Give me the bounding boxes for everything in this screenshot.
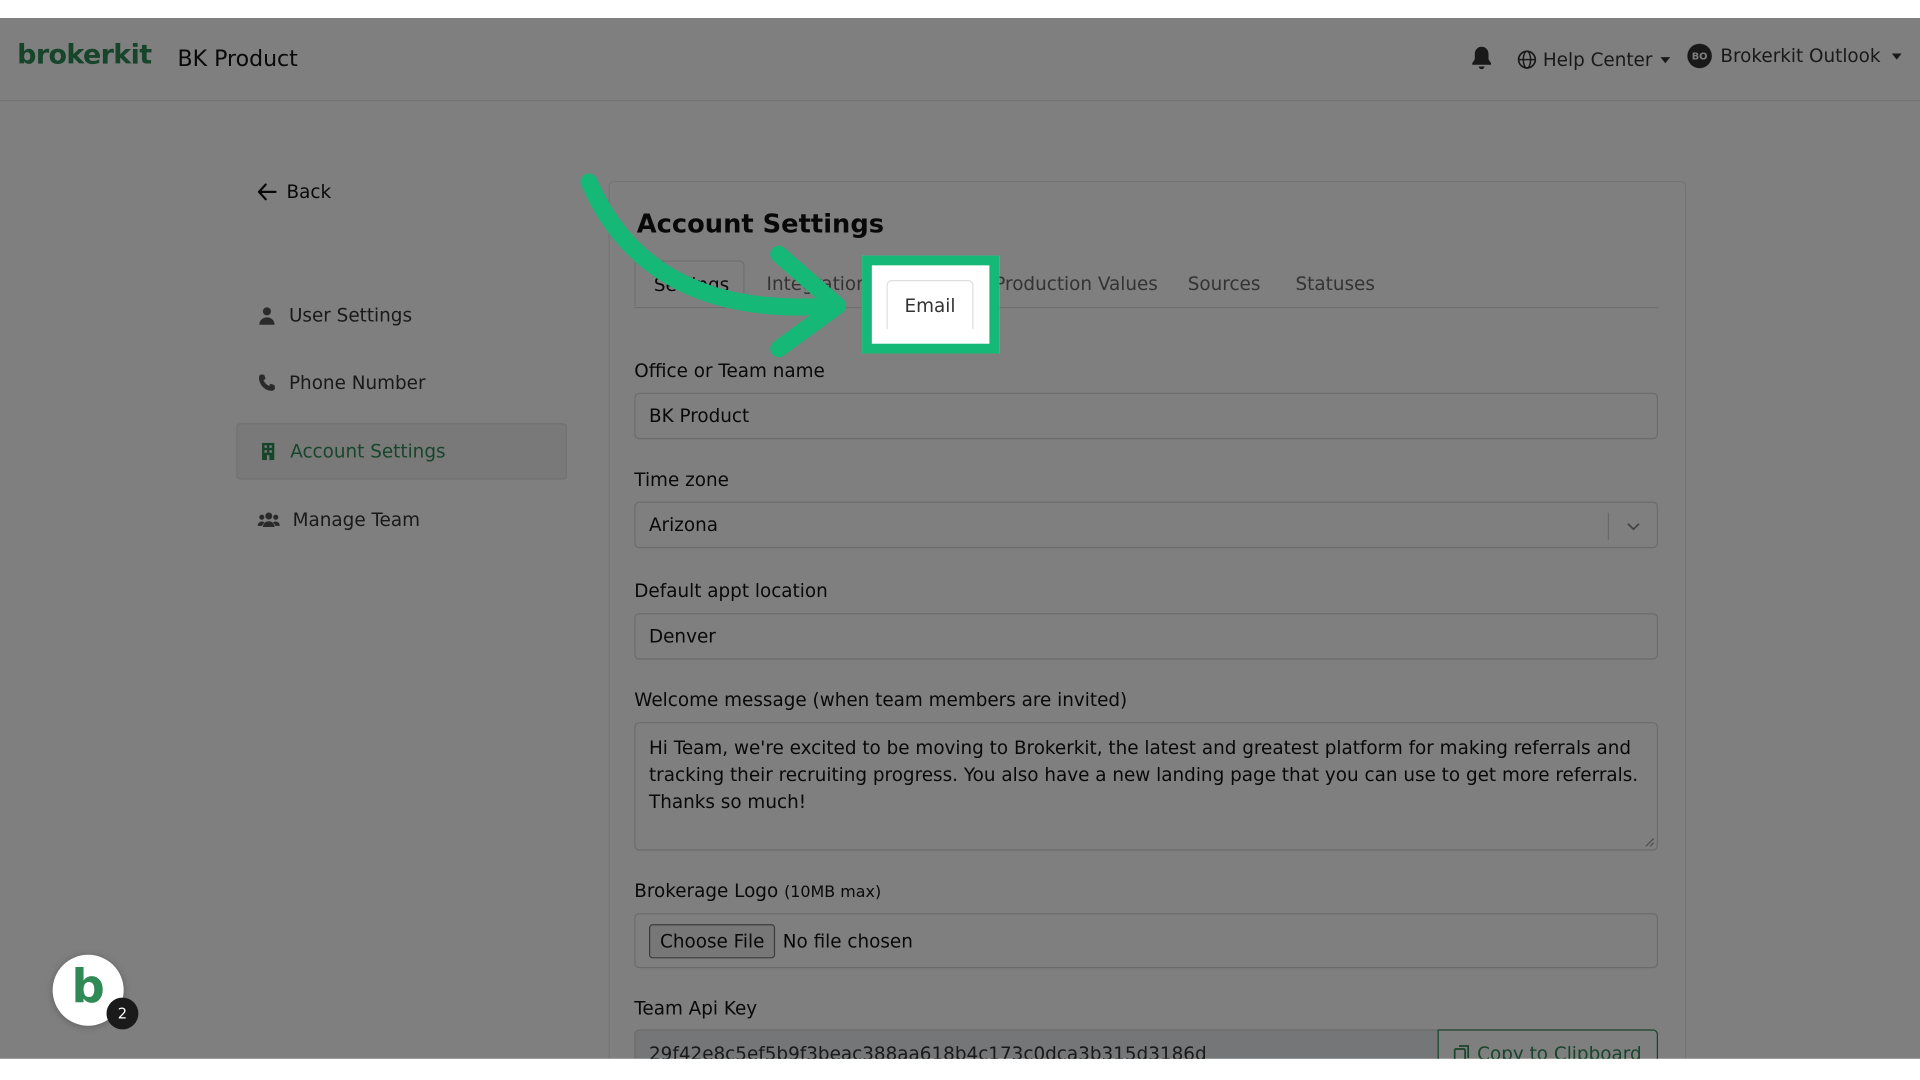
pointer-arrow-icon [580,173,847,358]
notification-badge: 2 [106,997,139,1030]
app-window: brokerkit BK Product Help Center BO Brok… [0,18,1920,1059]
launcher-logo: b [71,959,105,1014]
screen: brokerkit BK Product Help Center BO Brok… [0,0,1920,1080]
